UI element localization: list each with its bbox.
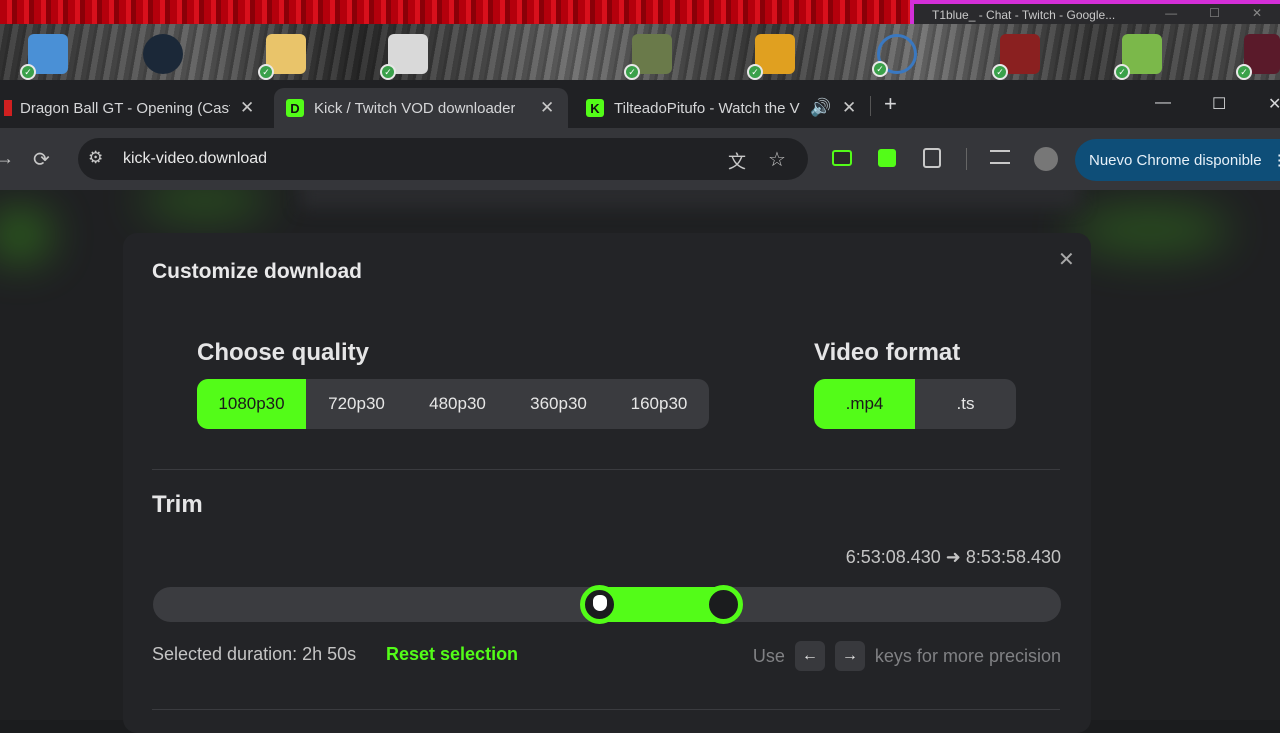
file-icon[interactable]: ✓ [380, 34, 428, 80]
selected-duration: Selected duration: 2h 50s [152, 644, 357, 664]
robot-app-icon[interactable]: ✓ [747, 34, 795, 80]
right-arrow-key-icon: → [834, 641, 865, 671]
profile-avatar[interactable] [1034, 147, 1058, 171]
red-window-strip [0, 0, 910, 24]
bookmark-star-icon[interactable]: ☆ [768, 147, 786, 172]
tab-title: Kick / Twitch VOD downloader [314, 99, 516, 117]
extensions-puzzle-icon[interactable] [923, 148, 941, 168]
left-arrow-key-icon: ← [794, 641, 825, 671]
translate-icon[interactable]: 文 [728, 148, 746, 174]
synced-check-icon: ✓ [1236, 64, 1252, 80]
tab-favicon [4, 100, 12, 116]
trim-start-time: 6:53:08.430 [845, 547, 941, 567]
quality-option-160p30[interactable]: 160p30 [609, 379, 709, 429]
trim-range-readout: 6:53:08.430 ➜ 8:53:58.430 [846, 547, 1061, 568]
synced-check-icon: ✓ [872, 61, 888, 77]
synced-check-icon: ✓ [624, 64, 640, 80]
customize-download-modal: Customize download ✕ Choose quality 1080… [123, 233, 1091, 733]
bg-minimize-icon[interactable]: — [1165, 6, 1177, 20]
window-accent-bar [914, 0, 1280, 4]
bg-maximize-icon[interactable]: ☐ [1209, 6, 1220, 20]
hint-precision-label: keys for more precision [874, 645, 1061, 666]
tab-close-icon[interactable]: ✕ [842, 98, 856, 118]
bg-close-icon[interactable]: ✕ [1252, 6, 1262, 20]
app-ring-icon[interactable]: ✓ [872, 34, 917, 77]
trim-end-handle[interactable] [704, 585, 744, 624]
quality-selector: 1080p30 720p30 480p30 360p30 160p30 [197, 379, 709, 429]
close-icon[interactable]: ✕ [1058, 247, 1075, 272]
format-option-mp4[interactable]: .mp4 [814, 379, 915, 429]
format-heading: Video format [814, 339, 961, 366]
reset-selection-link[interactable]: Reset selection [386, 644, 518, 665]
keyboard-hint: Use ← → keys for more precision [753, 641, 1061, 671]
kick-favicon: K [586, 99, 604, 117]
chrome-update-button[interactable]: Nuevo Chrome disponible ⋮ [1075, 139, 1280, 181]
forward-icon[interactable]: → [0, 148, 14, 169]
section-divider [152, 469, 1060, 470]
tab-tilteadopitufo[interactable]: K TilteadoPitufo - Watch the VOD 🔊 ✕ [574, 88, 864, 128]
tab-kick-vod-downloader[interactable]: D Kick / Twitch VOD downloader ✕ [274, 88, 568, 128]
tab-title: Dragon Ball GT - Opening (Castellano) [20, 99, 230, 117]
trim-slider-track[interactable] [153, 585, 1061, 624]
tab-dragon-ball[interactable]: Dragon Ball GT - Opening (Castellano) ✕ [0, 88, 270, 128]
maximize-icon[interactable]: ☐ [1212, 94, 1226, 114]
quality-option-360p30[interactable]: 360p30 [508, 379, 609, 429]
reload-icon[interactable]: ⟳ [33, 147, 50, 172]
new-tab-button[interactable]: + [884, 91, 897, 117]
frog-icon[interactable]: ✓ [1114, 34, 1162, 80]
background-chat-window[interactable]: T1blue_ - Chat - Twitch - Google... — ☐ … [910, 0, 1280, 24]
minimize-icon[interactable]: — [1155, 94, 1171, 112]
toolbar-divider [966, 148, 967, 170]
background-window-title: T1blue_ - Chat - Twitch - Google... [932, 8, 1116, 22]
background-window-controls: — ☐ ✕ [1165, 6, 1262, 20]
synced-check-icon: ✓ [992, 64, 1008, 80]
hint-use-label: Use [752, 645, 785, 666]
kick-extension-icon[interactable] [832, 150, 852, 166]
folder-icon[interactable]: ✓ [258, 34, 306, 80]
kick-m-extension-icon[interactable] [878, 149, 896, 167]
synced-check-icon: ✓ [258, 64, 274, 80]
tab-audio-icon[interactable]: 🔊 [810, 98, 831, 118]
bg-glow [1070, 205, 1230, 255]
tab-close-icon[interactable]: ✕ [540, 98, 554, 118]
trim-start-handle[interactable] [579, 585, 619, 624]
section-divider [152, 709, 1060, 710]
url-text[interactable]: kick-video.download [123, 150, 267, 168]
update-label: Nuevo Chrome disponible [1089, 152, 1262, 169]
tab-divider [870, 96, 871, 116]
media-controls-icon[interactable] [990, 150, 1010, 164]
trim-heading: Trim [152, 491, 203, 518]
synced-check-icon: ✓ [1114, 64, 1130, 80]
quality-option-720p30[interactable]: 720p30 [306, 379, 407, 429]
arrow-right-icon: ➜ [945, 547, 961, 567]
address-bar[interactable]: ⚙ kick-video.download 文 ☆ [78, 138, 808, 180]
game-shortcut-icon-3[interactable]: ✓ [1236, 34, 1280, 80]
desktop-background: T1blue_ - Chat - Twitch - Google... — ☐ … [0, 0, 1280, 80]
game-shortcut-icon-2[interactable]: ✓ [992, 34, 1040, 80]
desktop-pc-icon[interactable]: ✓ [20, 34, 68, 80]
chrome-menu-icon[interactable]: ⋮ [1272, 152, 1280, 169]
quality-option-480p30[interactable]: 480p30 [407, 379, 508, 429]
game-shortcut-icon[interactable]: ✓ [624, 34, 672, 80]
bg-glow [140, 190, 270, 220]
synced-check-icon: ✓ [380, 64, 396, 80]
quality-heading: Choose quality [197, 339, 370, 366]
kick-downloader-favicon: D [286, 99, 304, 117]
tab-close-icon[interactable]: ✕ [240, 98, 254, 118]
tab-strip: Dragon Ball GT - Opening (Castellano) ✕ … [0, 80, 1280, 128]
site-info-icon[interactable]: ⚙ [88, 148, 103, 168]
bg-glow [0, 210, 50, 260]
synced-check-icon: ✓ [747, 64, 763, 80]
synced-check-icon: ✓ [20, 64, 36, 80]
quality-option-1080p30[interactable]: 1080p30 [197, 379, 306, 429]
steam-icon[interactable] [143, 34, 183, 74]
bg-blurred-heading [300, 190, 1080, 208]
tab-title: TilteadoPitufo - Watch the VOD [614, 99, 800, 117]
format-option-ts[interactable]: .ts [915, 379, 1016, 429]
trim-end-time: 8:53:58.430 [965, 547, 1061, 567]
format-selector: .mp4 .ts [814, 379, 1016, 429]
close-window-icon[interactable]: ✕ [1268, 94, 1280, 114]
modal-title: Customize download [152, 260, 362, 283]
grab-hand-cursor-icon [592, 595, 607, 611]
